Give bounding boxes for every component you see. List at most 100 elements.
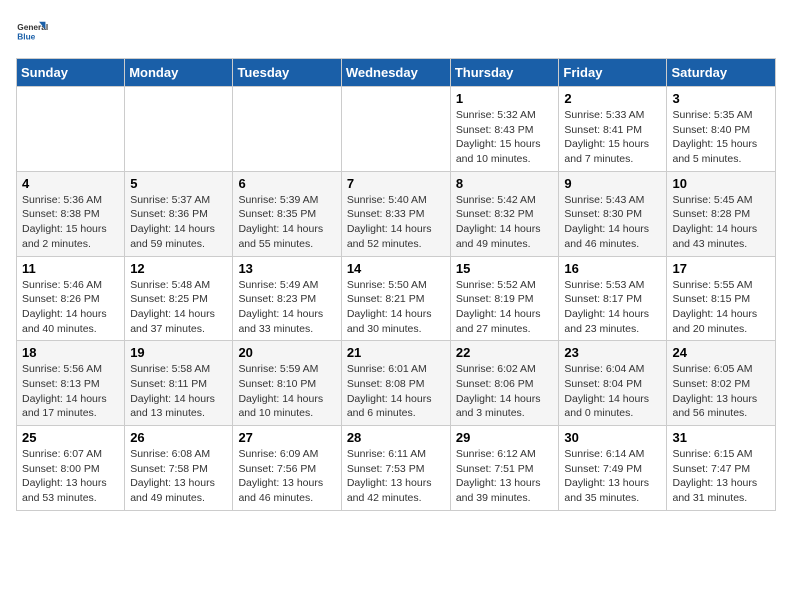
calendar-cell: 23 Sunrise: 6:04 AM Sunset: 8:04 PM Dayli…: [559, 341, 667, 426]
day-info: Sunrise: 5:36 AM Sunset: 8:38 PM Dayligh…: [22, 193, 119, 252]
calendar-week-row: 18Sunrise: 5:56 AM Sunset: 8:13 PM Dayli…: [17, 341, 776, 426]
calendar-cell: 6Sunrise: 5:39 AM Sunset: 8:35 PM Daylig…: [233, 171, 341, 256]
column-header-tuesday: Tuesday: [233, 59, 341, 87]
column-header-thursday: Thursday: [450, 59, 559, 87]
day-number: 22: [456, 345, 554, 360]
day-info: Sunrise: 5:49 AM Sunset: 8:23 PM Dayligh…: [238, 278, 335, 337]
day-info: Sunrise: 6:12 AM Sunset: 7:51 PM Dayligh…: [456, 447, 554, 506]
calendar-header-row: SundayMondayTuesdayWednesdayThursdayFrid…: [17, 59, 776, 87]
calendar-cell: 4 Sunrise: 5:36 AM Sunset: 8:38 PM Daylig…: [17, 171, 125, 256]
day-info: Sunrise: 5:35 AM Sunset: 8:40 PM Dayligh…: [672, 108, 770, 167]
calendar-cell: 21 Sunrise: 6:01 AM Sunset: 8:08 PM Dayli…: [341, 341, 450, 426]
day-info: Sunrise: 6:11 AM Sunset: 7:53 PM Dayligh…: [347, 447, 445, 506]
day-number: 27: [238, 430, 335, 445]
day-number: 2: [564, 91, 661, 106]
calendar-cell: 2 Sunrise: 5:33 AM Sunset: 8:41 PM Daylig…: [559, 87, 667, 172]
calendar-week-row: 4 Sunrise: 5:36 AM Sunset: 8:38 PM Daylig…: [17, 171, 776, 256]
column-header-friday: Friday: [559, 59, 667, 87]
day-number: 3: [672, 91, 770, 106]
day-info: Sunrise: 5:56 AM Sunset: 8:13 PM Dayligh…: [22, 362, 119, 421]
day-info: Sunrise: 6:07 AM Sunset: 8:00 PM Dayligh…: [22, 447, 119, 506]
calendar-cell: 9 Sunrise: 5:43 AM Sunset: 8:30 PM Daylig…: [559, 171, 667, 256]
calendar-cell: 16 Sunrise: 5:53 AM Sunset: 8:17 PM Dayli…: [559, 256, 667, 341]
day-number: 5: [130, 176, 227, 191]
day-number: 7: [347, 176, 445, 191]
column-header-sunday: Sunday: [17, 59, 125, 87]
day-number: 26: [130, 430, 227, 445]
day-number: 10: [672, 176, 770, 191]
day-number: 1: [456, 91, 554, 106]
day-number: 21: [347, 345, 445, 360]
day-info: Sunrise: 6:05 AM Sunset: 8:02 PM Dayligh…: [672, 362, 770, 421]
logo-icon: GeneralBlue: [16, 16, 48, 48]
day-info: Sunrise: 5:48 AM Sunset: 8:25 PM Dayligh…: [130, 278, 227, 337]
calendar-week-row: 25Sunrise: 6:07 AM Sunset: 8:00 PM Dayli…: [17, 426, 776, 511]
day-number: 4: [22, 176, 119, 191]
day-number: 24: [672, 345, 770, 360]
calendar-week-row: 11Sunrise: 5:46 AM Sunset: 8:26 PM Dayli…: [17, 256, 776, 341]
day-info: Sunrise: 6:01 AM Sunset: 8:08 PM Dayligh…: [347, 362, 445, 421]
day-info: Sunrise: 5:33 AM Sunset: 8:41 PM Dayligh…: [564, 108, 661, 167]
day-number: 31: [672, 430, 770, 445]
day-number: 12: [130, 261, 227, 276]
day-number: 19: [130, 345, 227, 360]
day-info: Sunrise: 5:37 AM Sunset: 8:36 PM Dayligh…: [130, 193, 227, 252]
day-number: 9: [564, 176, 661, 191]
calendar-cell: 24 Sunrise: 6:05 AM Sunset: 8:02 PM Dayli…: [667, 341, 776, 426]
day-number: 17: [672, 261, 770, 276]
day-number: 15: [456, 261, 554, 276]
calendar-cell: 30 Sunrise: 6:14 AM Sunset: 7:49 PM Dayli…: [559, 426, 667, 511]
day-info: Sunrise: 5:52 AM Sunset: 8:19 PM Dayligh…: [456, 278, 554, 337]
calendar-cell: [17, 87, 125, 172]
day-number: 8: [456, 176, 554, 191]
day-info: Sunrise: 5:46 AM Sunset: 8:26 PM Dayligh…: [22, 278, 119, 337]
calendar-cell: 13 Sunrise: 5:49 AM Sunset: 8:23 PM Dayli…: [233, 256, 341, 341]
calendar-cell: [233, 87, 341, 172]
day-info: Sunrise: 6:08 AM Sunset: 7:58 PM Dayligh…: [130, 447, 227, 506]
calendar-cell: 1 Sunrise: 5:32 AM Sunset: 8:43 PM Daylig…: [450, 87, 559, 172]
day-number: 16: [564, 261, 661, 276]
calendar-table: SundayMondayTuesdayWednesdayThursdayFrid…: [16, 58, 776, 511]
svg-text:Blue: Blue: [17, 32, 35, 42]
day-number: 6: [238, 176, 335, 191]
calendar-cell: 12 Sunrise: 5:48 AM Sunset: 8:25 PM Dayli…: [125, 256, 233, 341]
day-info: Sunrise: 5:40 AM Sunset: 8:33 PM Dayligh…: [347, 193, 445, 252]
day-info: Sunrise: 6:14 AM Sunset: 7:49 PM Dayligh…: [564, 447, 661, 506]
page-header: GeneralBlue: [16, 16, 776, 48]
day-info: Sunrise: 5:45 AM Sunset: 8:28 PM Dayligh…: [672, 193, 770, 252]
calendar-cell: 17 Sunrise: 5:55 AM Sunset: 8:15 PM Dayli…: [667, 256, 776, 341]
calendar-cell: 14 Sunrise: 5:50 AM Sunset: 8:21 PM Dayli…: [341, 256, 450, 341]
calendar-cell: 10 Sunrise: 5:45 AM Sunset: 8:28 PM Dayli…: [667, 171, 776, 256]
day-number: 14: [347, 261, 445, 276]
calendar-cell: [341, 87, 450, 172]
calendar-cell: 31 Sunrise: 6:15 AM Sunset: 7:47 PM Dayli…: [667, 426, 776, 511]
day-number: 30: [564, 430, 661, 445]
calendar-cell: 20Sunrise: 5:59 AM Sunset: 8:10 PM Dayli…: [233, 341, 341, 426]
day-info: Sunrise: 6:02 AM Sunset: 8:06 PM Dayligh…: [456, 362, 554, 421]
day-info: Sunrise: 6:04 AM Sunset: 8:04 PM Dayligh…: [564, 362, 661, 421]
day-number: 13: [238, 261, 335, 276]
day-info: Sunrise: 5:42 AM Sunset: 8:32 PM Dayligh…: [456, 193, 554, 252]
calendar-cell: 19Sunrise: 5:58 AM Sunset: 8:11 PM Dayli…: [125, 341, 233, 426]
calendar-cell: 18Sunrise: 5:56 AM Sunset: 8:13 PM Dayli…: [17, 341, 125, 426]
calendar-cell: 5 Sunrise: 5:37 AM Sunset: 8:36 PM Daylig…: [125, 171, 233, 256]
calendar-cell: 25Sunrise: 6:07 AM Sunset: 8:00 PM Dayli…: [17, 426, 125, 511]
day-number: 29: [456, 430, 554, 445]
day-info: Sunrise: 5:50 AM Sunset: 8:21 PM Dayligh…: [347, 278, 445, 337]
calendar-cell: 27 Sunrise: 6:09 AM Sunset: 7:56 PM Dayli…: [233, 426, 341, 511]
calendar-cell: [125, 87, 233, 172]
day-number: 23: [564, 345, 661, 360]
calendar-cell: 3 Sunrise: 5:35 AM Sunset: 8:40 PM Daylig…: [667, 87, 776, 172]
day-info: Sunrise: 6:15 AM Sunset: 7:47 PM Dayligh…: [672, 447, 770, 506]
day-info: Sunrise: 6:09 AM Sunset: 7:56 PM Dayligh…: [238, 447, 335, 506]
day-info: Sunrise: 5:55 AM Sunset: 8:15 PM Dayligh…: [672, 278, 770, 337]
calendar-cell: 22 Sunrise: 6:02 AM Sunset: 8:06 PM Dayli…: [450, 341, 559, 426]
day-info: Sunrise: 5:43 AM Sunset: 8:30 PM Dayligh…: [564, 193, 661, 252]
calendar-cell: 15 Sunrise: 5:52 AM Sunset: 8:19 PM Dayli…: [450, 256, 559, 341]
day-info: Sunrise: 5:53 AM Sunset: 8:17 PM Dayligh…: [564, 278, 661, 337]
day-number: 28: [347, 430, 445, 445]
calendar-cell: 8 Sunrise: 5:42 AM Sunset: 8:32 PM Daylig…: [450, 171, 559, 256]
day-info: Sunrise: 5:59 AM Sunset: 8:10 PM Dayligh…: [238, 362, 335, 421]
day-info: Sunrise: 5:32 AM Sunset: 8:43 PM Dayligh…: [456, 108, 554, 167]
calendar-week-row: 1 Sunrise: 5:32 AM Sunset: 8:43 PM Daylig…: [17, 87, 776, 172]
